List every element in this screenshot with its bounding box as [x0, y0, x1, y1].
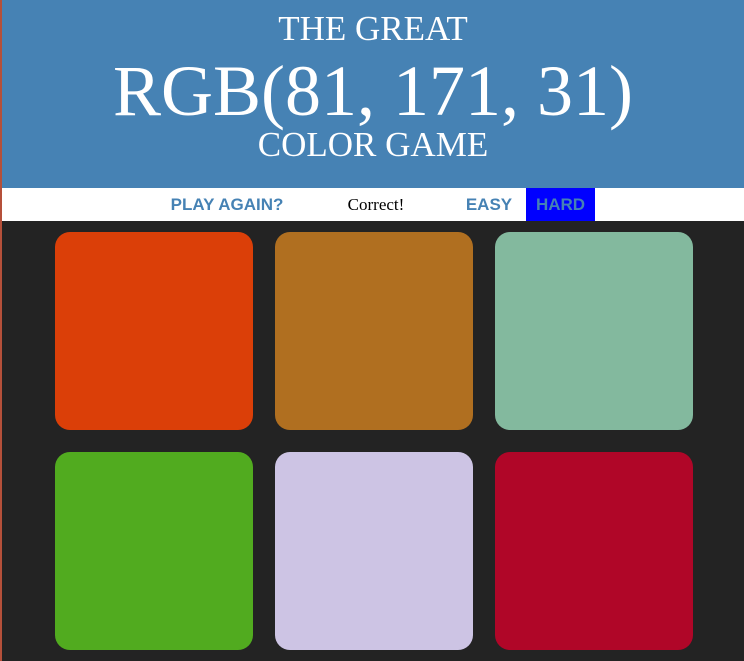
result-message: Correct!: [347, 195, 405, 214]
play-again-button[interactable]: PLAY AGAIN?: [152, 188, 302, 221]
color-square[interactable]: [495, 452, 693, 650]
color-square[interactable]: [275, 232, 473, 430]
game-header: THE GREAT RGB(81, 171, 31) COLOR GAME: [2, 0, 744, 188]
hard-mode-button[interactable]: HARD: [526, 188, 595, 221]
title-line-the-great: THE GREAT: [278, 9, 468, 48]
color-square[interactable]: [55, 452, 253, 650]
target-rgb-display: RGB(81, 171, 31): [113, 51, 633, 131]
color-square-grid: [0, 221, 744, 661]
color-square[interactable]: [275, 452, 473, 650]
easy-mode-button[interactable]: EASY: [454, 188, 524, 221]
control-stripe: PLAY AGAIN? Correct! EASY HARD: [2, 188, 744, 221]
color-square[interactable]: [55, 232, 253, 430]
color-square[interactable]: [495, 232, 693, 430]
title-line-color-game: COLOR GAME: [257, 125, 489, 164]
